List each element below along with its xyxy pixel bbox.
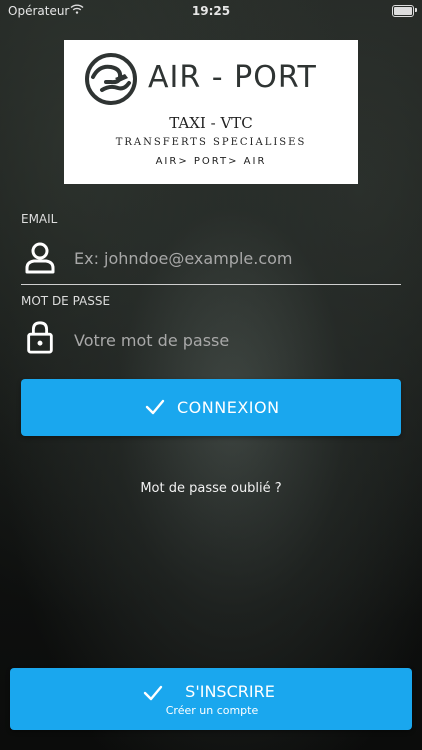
lock-icon bbox=[27, 321, 53, 354]
password-field[interactable] bbox=[74, 325, 394, 355]
user-icon bbox=[25, 242, 55, 274]
check-icon bbox=[145, 399, 165, 415]
email-label: EMAIL bbox=[21, 212, 58, 226]
logo-route: AIR> PORT> AIR bbox=[155, 156, 267, 167]
forgot-password-link[interactable]: Mot de passe oublié ? bbox=[0, 481, 422, 496]
logo-subtagline: TRANSFERTS SPECIALISES bbox=[115, 137, 307, 148]
register-button-sublabel: Créer un compte bbox=[165, 704, 259, 717]
logo-tagline: TAXI - VTC bbox=[169, 114, 253, 132]
register-button[interactable]: S'INSCRIRE Créer un compte bbox=[10, 668, 412, 730]
battery-tip bbox=[415, 8, 417, 12]
register-button-label: S'INSCRIRE bbox=[185, 682, 275, 701]
login-button-label: CONNEXION bbox=[177, 398, 280, 417]
logo-name: AIR - PORT bbox=[148, 60, 317, 95]
login-button[interactable]: CONNEXION bbox=[21, 379, 401, 436]
email-field[interactable] bbox=[74, 243, 394, 273]
logo: AIR - PORT TAXI - VTC TRANSFERTS SPECIAL… bbox=[64, 40, 358, 184]
password-label: MOT DE PASSE bbox=[21, 294, 111, 308]
battery-icon bbox=[392, 5, 414, 17]
email-underline bbox=[21, 284, 401, 285]
status-time: 19:25 bbox=[191, 4, 231, 18]
logo-mark-icon bbox=[85, 53, 137, 105]
status-bar: Opérateur 19:25 bbox=[0, 0, 422, 22]
